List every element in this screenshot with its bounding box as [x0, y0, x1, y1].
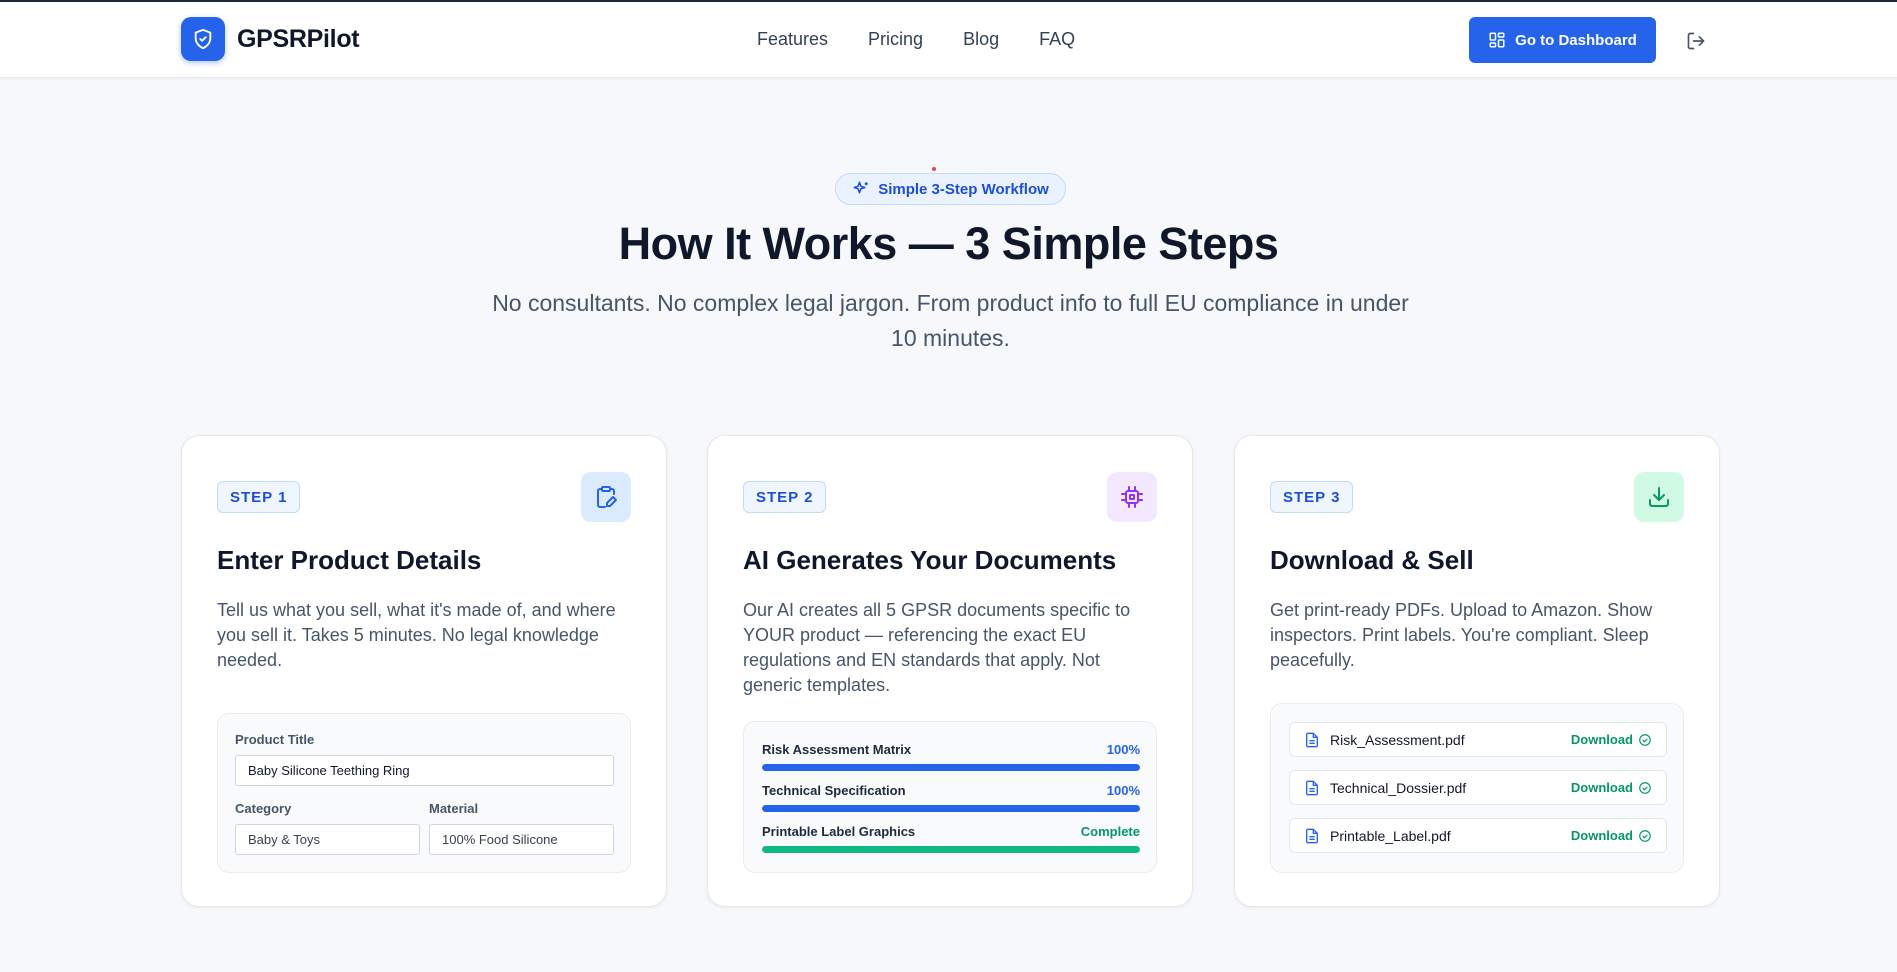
progress-status: 100%	[1106, 742, 1140, 757]
step-card-2: STEP 2 AI Generates Your Documents Our A…	[707, 435, 1193, 907]
progress-bar	[762, 805, 1140, 812]
step-title: Download & Sell	[1270, 545, 1474, 575]
category-field[interactable]: Baby & Toys	[235, 824, 420, 855]
file-name: Technical_Dossier.pdf	[1330, 779, 1467, 796]
progress-fill	[762, 764, 1140, 771]
cpu-chip-icon	[1107, 472, 1157, 522]
check-circle-icon	[1639, 733, 1651, 746]
sparkles-icon	[853, 181, 868, 194]
progress-label: Risk Assessment Matrix	[762, 742, 912, 757]
progress-fill	[762, 805, 1140, 812]
file-icon	[1306, 828, 1318, 843]
step-description: Get print-ready PDFs. Upload to Amazon. …	[1270, 600, 1653, 670]
download-link[interactable]: Download	[1571, 828, 1652, 843]
progress-label: Technical Specification	[762, 783, 906, 798]
progress-status: Complete	[1080, 824, 1140, 839]
shield-check-icon	[181, 17, 225, 61]
progress-row: Technical Specification 100%	[762, 783, 1140, 812]
file-icon	[1306, 780, 1318, 795]
download-label: Download	[1570, 828, 1633, 843]
product-form-preview: Product Title Baby Silicone Teething Rin…	[217, 713, 631, 873]
step-tag: STEP 3	[1270, 481, 1354, 513]
material-field[interactable]: 100% Food Silicone	[429, 824, 614, 855]
progress-bar	[762, 846, 1140, 853]
nav-pricing[interactable]: Pricing	[868, 29, 923, 50]
download-files-panel: Risk_Assessment.pdf Download Technical_D…	[1270, 703, 1684, 873]
progress-status: 100%	[1106, 783, 1140, 798]
progress-row: Risk Assessment Matrix 100%	[762, 742, 1140, 771]
progress-fill	[762, 846, 1140, 853]
check-circle-icon	[1639, 829, 1651, 842]
dashboard-button-label: Go to Dashboard	[1515, 31, 1637, 49]
download-link[interactable]: Download	[1571, 780, 1652, 795]
dashboard-grid-icon	[1489, 32, 1505, 48]
site-header: GPSRPilot Features Pricing Blog FAQ Go t…	[0, 2, 1897, 78]
product-title-label: Product Title	[235, 732, 315, 747]
download-icon	[1634, 472, 1684, 522]
workflow-badge: Simple 3-Step Workflow	[835, 173, 1066, 205]
material-label: Material	[429, 801, 479, 816]
file-name: Risk_Assessment.pdf	[1330, 731, 1465, 748]
category-label: Category	[235, 801, 292, 816]
download-link[interactable]: Download	[1571, 732, 1652, 747]
step-description: Our AI creates all 5 GPSR documents spec…	[743, 600, 1131, 695]
clipboard-edit-icon	[581, 472, 631, 522]
file-row: Technical_Dossier.pdf Download	[1289, 770, 1667, 805]
step-title: AI Generates Your Documents	[743, 545, 1117, 575]
red-dot-marker	[932, 167, 936, 171]
brand[interactable]: GPSRPilot	[181, 17, 360, 61]
step-card-1: STEP 1 Enter Product Details Tell us wha…	[181, 435, 667, 907]
logout-icon[interactable]	[1686, 31, 1706, 51]
page-title: How It Works — 3 Simple Steps	[618, 218, 1279, 269]
file-icon	[1306, 732, 1318, 747]
progress-row: Printable Label Graphics Complete	[762, 824, 1140, 853]
download-label: Download	[1570, 732, 1633, 747]
go-to-dashboard-button[interactable]: Go to Dashboard	[1469, 17, 1656, 63]
file-row: Printable_Label.pdf Download	[1289, 818, 1667, 853]
progress-bar	[762, 764, 1140, 771]
file-name: Printable_Label.pdf	[1330, 827, 1451, 844]
progress-label: Printable Label Graphics	[762, 824, 916, 839]
brand-name: GPSRPilot	[237, 24, 360, 53]
step-tag: STEP 1	[217, 481, 301, 513]
nav-blog[interactable]: Blog	[963, 29, 999, 50]
generation-progress-panel: Risk Assessment Matrix 100% Technical Sp…	[743, 721, 1157, 873]
file-row: Risk_Assessment.pdf Download	[1289, 722, 1667, 757]
step-title: Enter Product Details	[217, 545, 482, 575]
main-nav: Features Pricing Blog FAQ	[757, 29, 1075, 50]
step-card-3: STEP 3 Download & Sell Get print-ready P…	[1234, 435, 1720, 907]
download-label: Download	[1570, 780, 1633, 795]
badge-label: Simple 3-Step Workflow	[878, 180, 1049, 198]
page-subtitle: No consultants. No complex legal jargon.…	[492, 290, 1409, 351]
step-tag: STEP 2	[743, 481, 827, 513]
nav-faq[interactable]: FAQ	[1039, 29, 1075, 50]
check-circle-icon	[1639, 781, 1651, 794]
step-description: Tell us what you sell, what it's made of…	[217, 600, 616, 670]
nav-features[interactable]: Features	[757, 29, 828, 50]
product-title-field[interactable]: Baby Silicone Teething Ring	[235, 755, 614, 786]
